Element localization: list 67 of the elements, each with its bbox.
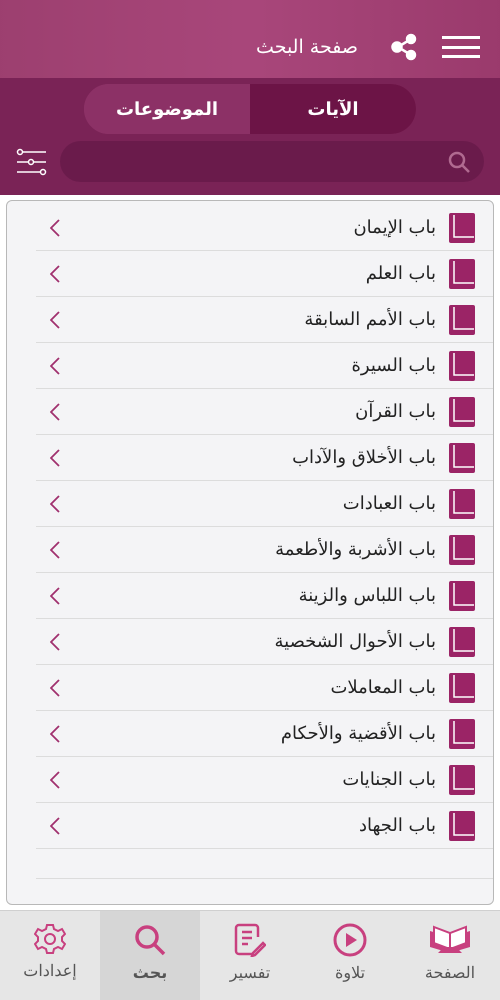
tab-bar-item[interactable]: بحث xyxy=(100,911,200,1000)
chapter-row[interactable]: باب اللباس والزينة xyxy=(36,573,493,618)
chapter-row[interactable]: باب الأخلاق والآداب xyxy=(36,435,493,480)
book-icon xyxy=(448,580,476,612)
chapter-row[interactable]: باب العلم xyxy=(36,251,493,296)
chevron-icon xyxy=(50,218,60,236)
book-icon xyxy=(448,212,476,244)
note-edit-icon xyxy=(234,923,266,957)
book-icon xyxy=(448,534,476,566)
chapter-title: باب العبادات xyxy=(342,492,436,516)
menu-icon[interactable] xyxy=(442,36,480,58)
chapter-row[interactable]: باب الأمم السابقة xyxy=(36,297,493,342)
filter-icon[interactable] xyxy=(16,146,48,176)
chevron-icon xyxy=(50,402,60,420)
segment-tab[interactable]: الآيات xyxy=(250,84,416,134)
chapter-title: باب السيرة xyxy=(352,354,436,378)
chapter-title: باب الجنايات xyxy=(342,768,436,792)
book-icon xyxy=(448,350,476,382)
chapter-title: باب الإيمان xyxy=(353,216,436,240)
chevron-icon xyxy=(50,770,60,788)
chevron-icon xyxy=(50,724,60,742)
chevron-icon xyxy=(50,494,60,512)
share-icon[interactable] xyxy=(390,33,418,61)
chapter-row[interactable]: باب الجنايات xyxy=(36,757,493,802)
chapter-row[interactable]: باب القرآن xyxy=(36,389,493,434)
chapter-title: باب الأشربة والأطعمة xyxy=(275,536,436,562)
chapter-row[interactable]: باب الجهاد xyxy=(36,803,493,848)
chevron-icon xyxy=(50,586,60,604)
book-icon xyxy=(448,258,476,290)
book-icon xyxy=(448,396,476,428)
chapter-title: باب القرآن xyxy=(355,399,436,424)
chapter-row[interactable]: باب الإيمان xyxy=(36,205,493,250)
chapter-row[interactable]: باب العبادات xyxy=(36,481,493,526)
page-title: صفحة البحث xyxy=(256,34,358,60)
chapter-title: باب الأحوال الشخصية xyxy=(274,628,436,654)
chapter-title: باب العلم xyxy=(366,262,436,286)
chapter-row[interactable]: باب الأقضية والأحكام xyxy=(36,711,493,756)
book-icon xyxy=(448,626,476,658)
chapter-title: باب الأقضية والأحكام xyxy=(280,720,436,746)
book-icon xyxy=(448,488,476,520)
book-icon xyxy=(448,442,476,474)
chapter-title: باب المعاملات xyxy=(330,676,436,700)
chevron-icon xyxy=(50,264,60,282)
chapter-row[interactable]: باب الأحوال الشخصية xyxy=(36,619,493,664)
chapter-title: باب اللباس والزينة xyxy=(298,584,436,608)
book-icon xyxy=(448,764,476,796)
chevron-icon xyxy=(50,816,60,834)
chevron-icon xyxy=(50,540,60,558)
search-field[interactable] xyxy=(60,141,484,182)
chevron-icon xyxy=(50,448,60,466)
book-icon xyxy=(448,304,476,336)
book-icon xyxy=(448,718,476,750)
chapter-title: باب الأخلاق والآداب xyxy=(292,444,436,470)
play-icon xyxy=(333,923,367,957)
chevron-icon xyxy=(50,356,60,374)
chevron-icon xyxy=(50,632,60,650)
search-icon xyxy=(133,923,167,957)
chevron-icon xyxy=(50,678,60,696)
chapter-title: باب الأمم السابقة xyxy=(304,306,436,332)
chapter-title: باب الجهاد xyxy=(358,814,436,838)
settings-icon xyxy=(34,923,66,955)
chapter-row[interactable]: باب المعاملات xyxy=(36,665,493,710)
chevron-icon xyxy=(50,310,60,328)
chapter-row[interactable]: باب الأشربة والأطعمة xyxy=(36,527,493,572)
chapter-row[interactable]: باب السيرة xyxy=(36,343,493,388)
book-icon xyxy=(448,810,476,842)
book-icon xyxy=(448,672,476,704)
